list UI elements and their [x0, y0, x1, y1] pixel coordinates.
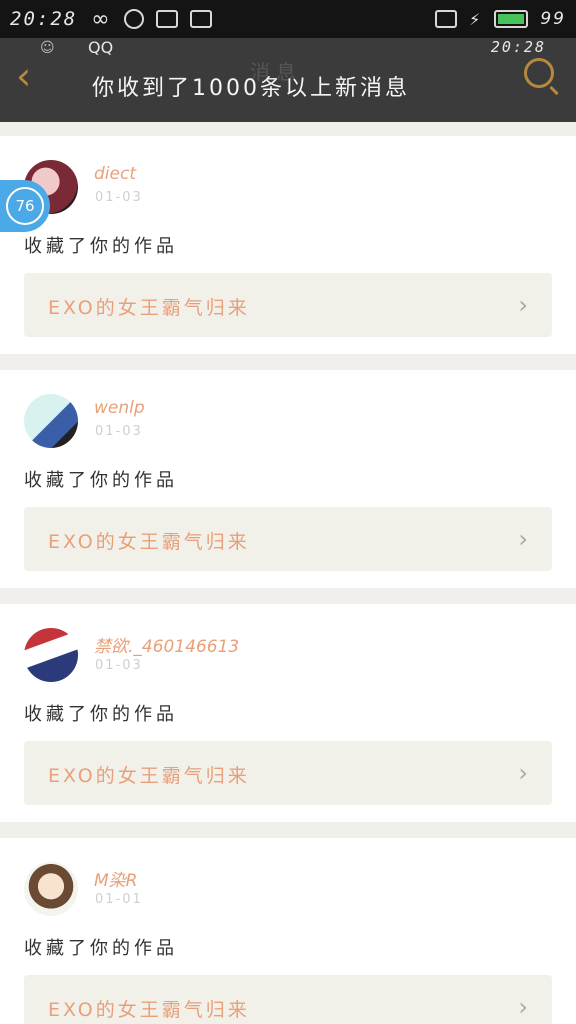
badge-count: 76: [6, 187, 44, 225]
list-item[interactable]: M染R 01-01 收藏了你的作品 EXO的女王霸气归来 ›: [0, 838, 576, 1024]
battery-level: 99: [540, 9, 566, 29]
chevron-right-icon: ›: [518, 291, 528, 319]
app-icon: [123, 9, 144, 29]
item-date: 01-01: [95, 892, 143, 907]
user-name[interactable]: diect: [94, 164, 136, 184]
action-text: 收藏了你的作品: [24, 938, 178, 959]
link-icon: ∞: [91, 6, 112, 32]
work-title: EXO的女王霸气归来: [48, 765, 250, 787]
status-right: ⚡ 99: [435, 9, 566, 29]
work-link[interactable]: EXO的女王霸气归来 ›: [24, 273, 552, 337]
list-item[interactable]: wenlp 01-03 收藏了你的作品 EXO的女王霸气归来 ›: [0, 370, 576, 588]
work-link[interactable]: EXO的女王霸气归来 ›: [24, 741, 552, 805]
message-list: diect 01-03 收藏了你的作品 EXO的女王霸气归来 › wenlp 0…: [0, 136, 576, 1024]
action-text: 收藏了你的作品: [24, 236, 178, 257]
item-date: 01-03: [95, 658, 143, 673]
charging-icon: ⚡: [469, 9, 483, 29]
action-text: 收藏了你的作品: [24, 704, 178, 725]
notification-message[interactable]: 你收到了1000条以上新消息: [92, 70, 410, 102]
list-item[interactable]: diect 01-03 收藏了你的作品 EXO的女王霸气归来 ›: [0, 136, 576, 354]
item-date: 01-03: [95, 190, 143, 205]
back-arrow-icon[interactable]: ‹: [16, 56, 46, 96]
chevron-right-icon: ›: [518, 759, 528, 787]
image-icon: [155, 10, 178, 28]
floating-badge[interactable]: 76: [0, 180, 50, 232]
chevron-right-icon: ›: [518, 993, 528, 1021]
battery-icon: [494, 10, 529, 28]
action-text: 收藏了你的作品: [24, 470, 178, 491]
chevron-right-icon: ›: [518, 525, 528, 553]
work-title: EXO的女王霸气归来: [48, 297, 250, 319]
status-icons: ∞: [91, 6, 212, 32]
status-bar: 20:28 ∞ ⚡ 99: [0, 0, 576, 38]
qq-icon: ☺: [40, 40, 55, 56]
list-item[interactable]: 禁欲._460146613 01-03 收藏了你的作品 EXO的女王霸气归来 ›: [0, 604, 576, 822]
avatar[interactable]: [24, 394, 78, 448]
notification-time: 20:28: [490, 38, 546, 56]
search-icon[interactable]: [524, 58, 554, 88]
work-title: EXO的女王霸气归来: [48, 999, 250, 1021]
user-name[interactable]: wenlp: [94, 398, 145, 418]
work-link[interactable]: EXO的女王霸气归来 ›: [24, 975, 552, 1024]
work-title: EXO的女王霸气归来: [48, 531, 250, 553]
work-link[interactable]: EXO的女王霸气归来 ›: [24, 507, 552, 571]
status-time: 20:28: [10, 8, 78, 30]
avatar[interactable]: [24, 862, 78, 916]
notification-app: QQ: [88, 38, 114, 57]
avatar[interactable]: [24, 628, 78, 682]
user-name[interactable]: M染R: [94, 866, 137, 891]
signal-icon: [435, 10, 458, 28]
shield-icon: [189, 10, 212, 28]
item-date: 01-03: [95, 424, 143, 439]
header: ‹ 消息 ☺ QQ 20:28 你收到了1000条以上新消息: [0, 38, 576, 122]
user-name[interactable]: 禁欲._460146613: [94, 632, 239, 657]
